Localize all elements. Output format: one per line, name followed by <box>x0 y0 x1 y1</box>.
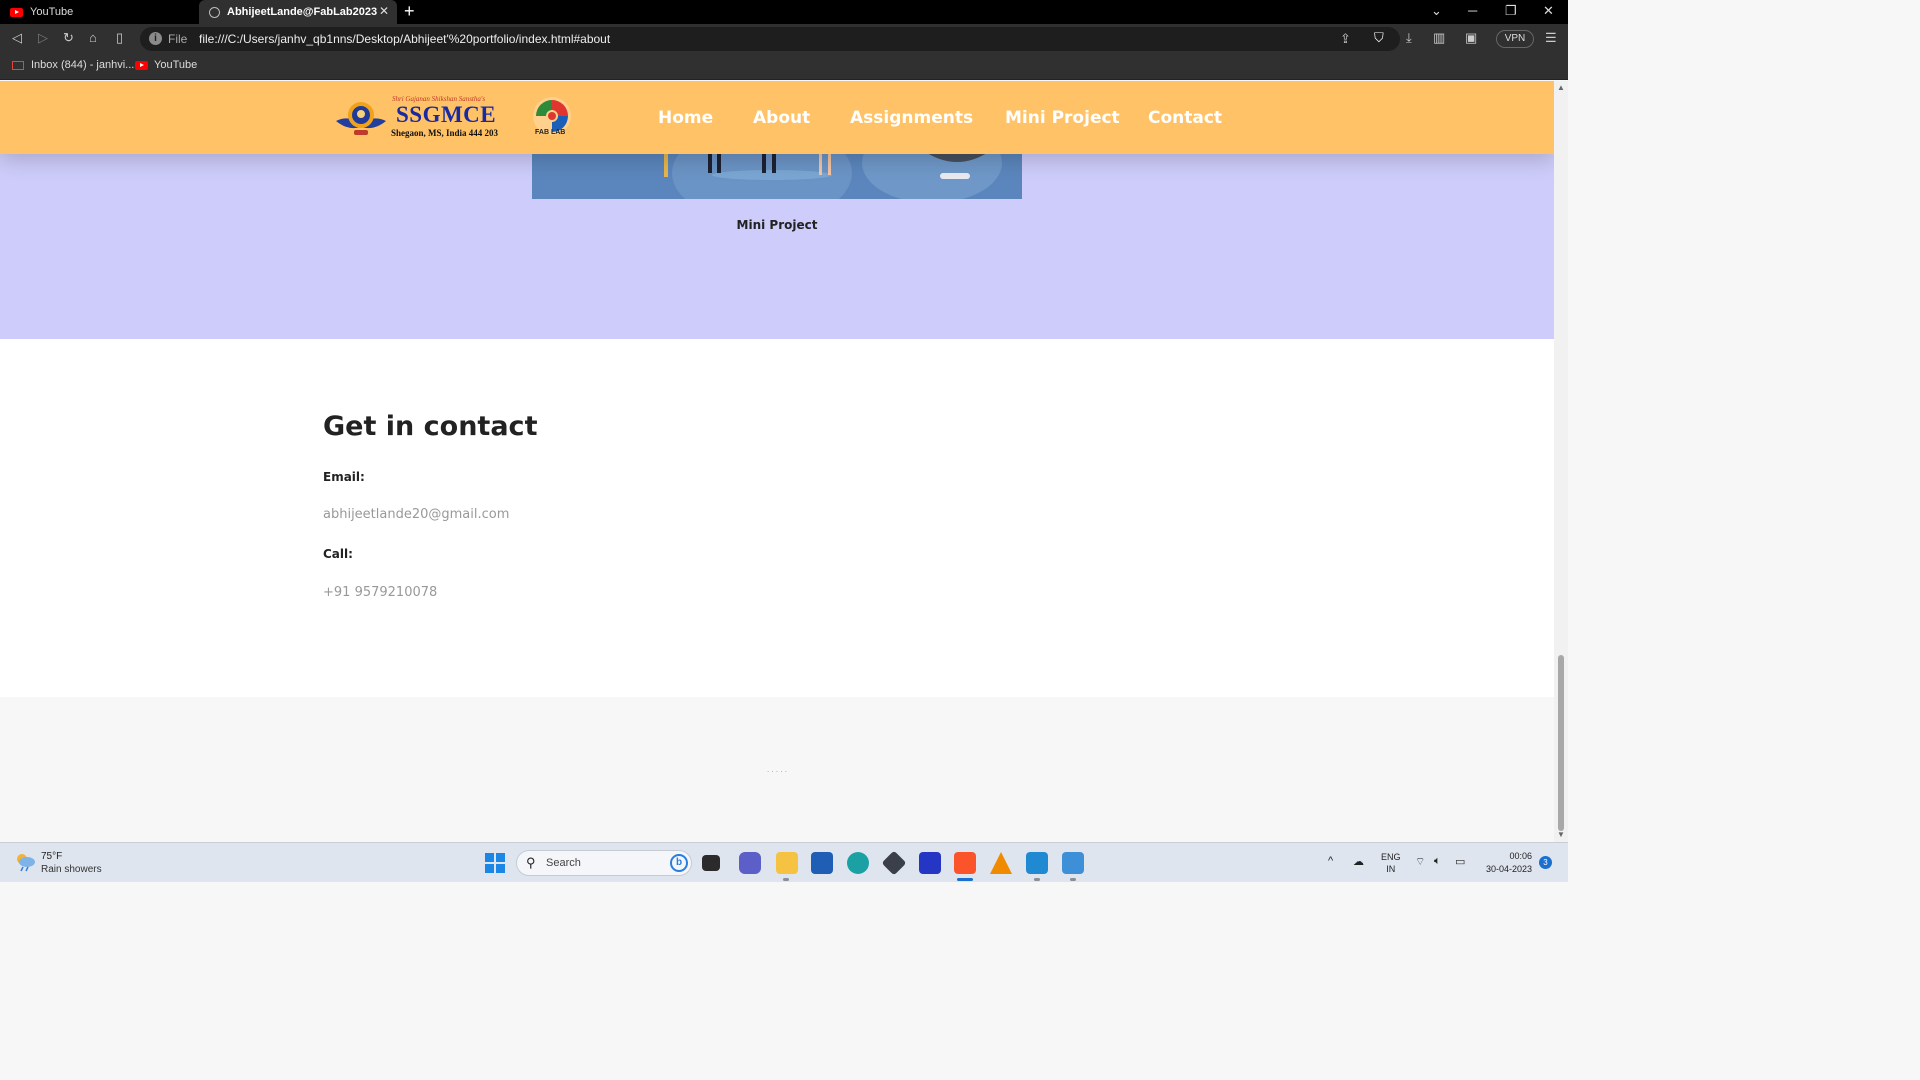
address-bar[interactable]: i File file:///C:/Users/janhv_qb1nns/Des… <box>140 27 1400 51</box>
tab-portfolio[interactable]: AbhijeetLande@FabLab2023 ✕ <box>199 0 397 24</box>
bookmark-label: Inbox (844) - janhvi... <box>31 59 135 71</box>
language-code: ENG <box>1381 852 1401 862</box>
share-icon[interactable]: ⇪ <box>1340 31 1351 47</box>
nav-assignments[interactable]: Assignments <box>850 108 973 128</box>
notification-badge[interactable]: 3 <box>1539 856 1552 869</box>
tab-title: YouTube <box>30 6 74 18</box>
back-icon[interactable]: ◁ <box>12 30 22 46</box>
wallet-icon[interactable]: ▣ <box>1465 30 1477 46</box>
call-label: Call: <box>323 547 353 561</box>
microsoft-store-icon[interactable] <box>811 852 833 874</box>
sidebar-icon[interactable]: ▥ <box>1433 30 1445 46</box>
email-label: Email: <box>323 470 365 484</box>
scroll-down-icon[interactable]: ▼ <box>1557 830 1565 839</box>
clock-time: 00:06 <box>1509 851 1532 861</box>
bookmark-label: YouTube <box>154 59 198 71</box>
tab-youtube[interactable]: YouTube <box>0 0 197 24</box>
search-icon: ⚲ <box>526 855 536 870</box>
minimize-button[interactable]: ─ <box>1468 3 1477 18</box>
brave-shield-icon[interactable]: ⛉ <box>1374 30 1384 46</box>
mini-project-image[interactable] <box>532 153 1022 199</box>
globe-icon <box>209 6 220 18</box>
ssgmce-emblem-icon <box>336 102 386 135</box>
forward-icon[interactable]: ▷ <box>38 30 48 46</box>
nav-mini-project[interactable]: Mini Project <box>1005 108 1120 128</box>
ssgmce-logo[interactable]: Shri Gajanan Shikshan Sanstha's SSGMCE S… <box>334 95 520 141</box>
site-navbar: Shri Gajanan Shikshan Sanstha's SSGMCE S… <box>0 81 1554 154</box>
active-indicator <box>957 878 973 881</box>
logo-address: Shegaon, MS, India 444 203 <box>391 128 499 138</box>
region-code: IN <box>1386 864 1396 874</box>
running-indicator <box>1070 878 1076 881</box>
youtube-icon <box>135 60 148 70</box>
system-clock[interactable]: 00:06 30-04-2023 <box>1478 850 1532 876</box>
scroll-thumb[interactable] <box>1558 655 1564 831</box>
file-explorer-icon[interactable] <box>776 852 798 874</box>
nav-home[interactable]: Home <box>658 108 713 128</box>
weather-temperature[interactable]: 75°F <box>41 851 62 862</box>
vpn-button[interactable]: VPN <box>1496 30 1534 48</box>
youtube-icon <box>10 7 23 17</box>
wifi-icon[interactable]: ⌔ <box>1415 855 1425 869</box>
browser-tab-strip: YouTube AbhijeetLande@FabLab2023 ✕ + ⌄ ─… <box>0 0 1568 24</box>
weather-rain-icon[interactable] <box>14 852 36 872</box>
search-placeholder: Search <box>546 857 581 869</box>
fablab-label: FAB LAB <box>535 129 566 136</box>
tab-search-chevron-icon[interactable]: ⌄ <box>1431 3 1442 19</box>
new-tab-button[interactable]: + <box>404 1 415 22</box>
nav-about[interactable]: About <box>753 108 810 128</box>
email-value[interactable]: abhijeetlande20@gmail.com <box>323 507 509 522</box>
close-window-button[interactable]: ✕ <box>1543 3 1554 19</box>
unity-icon[interactable] <box>881 850 907 876</box>
running-indicator <box>783 878 789 881</box>
reload-icon[interactable]: ↻ <box>63 30 74 46</box>
brave-browser-icon[interactable] <box>954 852 976 874</box>
tab-title: AbhijeetLande@FabLab2023 <box>227 6 378 18</box>
mini-project-caption: Mini Project <box>736 218 818 232</box>
task-view-icon[interactable] <box>702 855 720 871</box>
nav-contact[interactable]: Contact <box>1148 108 1222 128</box>
scroll-up-icon[interactable]: ▲ <box>1557 83 1565 92</box>
phone-value[interactable]: +91 9579210078 <box>323 585 437 600</box>
onedrive-cloud-icon[interactable]: ☁ <box>1353 855 1364 868</box>
home-icon[interactable]: ⌂ <box>89 30 97 45</box>
menu-icon[interactable]: ☰ <box>1545 30 1557 46</box>
battery-icon[interactable]: ▭ <box>1455 855 1465 868</box>
address-scheme-label: File <box>168 32 188 46</box>
bookmark-youtube[interactable]: YouTube <box>135 59 197 71</box>
windows-taskbar: 75°F Rain showers ⚲ Search b ^ ☁ ENG IN … <box>0 842 1568 882</box>
gmail-icon <box>12 60 24 70</box>
taskbar-search[interactable]: ⚲ Search b <box>516 850 692 876</box>
vscode-icon[interactable] <box>1026 852 1048 874</box>
page-scrollbar[interactable]: ▲ ▼ <box>1554 81 1568 842</box>
vlc-icon[interactable] <box>990 852 1012 874</box>
teams-chat-icon[interactable] <box>739 852 761 874</box>
bookmark-gmail[interactable]: Inbox (844) - janhvi... <box>12 59 134 71</box>
restore-button[interactable]: ❐ <box>1505 3 1517 19</box>
contact-section: Get in contact Email: abhijeetlande20@gm… <box>0 339 1554 697</box>
footer: . . . . . <box>0 697 1554 842</box>
weather-description[interactable]: Rain showers <box>41 864 102 875</box>
page-viewport: Mini Project Shri Gajanan Shikshan Sanst… <box>0 81 1554 842</box>
contact-heading: Get in contact <box>323 411 538 442</box>
running-indicator <box>1034 878 1040 881</box>
windows-start-icon[interactable] <box>485 853 505 873</box>
app-icon[interactable] <box>919 852 941 874</box>
logo-name: SSGMCE <box>396 102 497 127</box>
site-info-icon[interactable]: i <box>149 32 162 45</box>
footer-text: . . . . . <box>766 765 787 774</box>
show-hidden-icons-chevron-icon[interactable]: ^ <box>1328 855 1333 867</box>
bing-icon[interactable]: b <box>670 854 688 872</box>
edge-icon[interactable] <box>847 852 869 874</box>
input-language[interactable]: ENG IN <box>1381 851 1401 875</box>
volume-icon[interactable]: 🔈︎ <box>1434 855 1441 868</box>
download-icon[interactable]: ⤓ <box>1406 30 1412 46</box>
bookmarks-bar: Inbox (844) - janhvi... YouTube <box>0 54 1568 80</box>
browser-toolbar: ◁ ▷ ↻ ⌂ ▯ i File file:///C:/Users/janhv_… <box>0 24 1568 54</box>
paint-icon[interactable] <box>1062 852 1084 874</box>
bookmark-icon[interactable]: ▯ <box>116 30 123 46</box>
close-tab-icon[interactable]: ✕ <box>379 4 389 18</box>
clock-date: 30-04-2023 <box>1485 864 1532 874</box>
url-text[interactable]: file:///C:/Users/janhv_qb1nns/Desktop/Ab… <box>199 32 610 46</box>
